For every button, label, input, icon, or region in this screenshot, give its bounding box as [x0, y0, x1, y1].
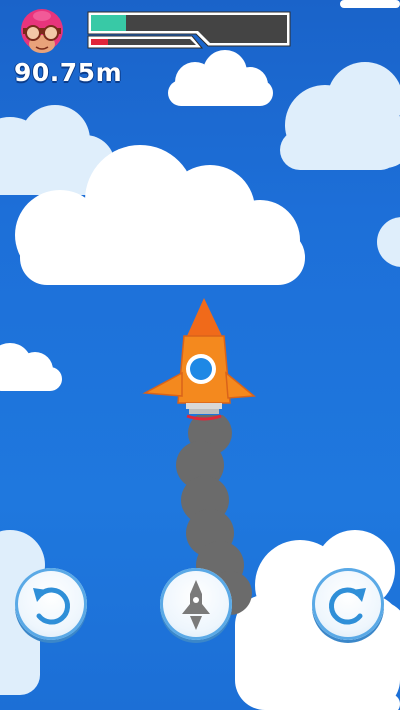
cloud	[377, 217, 400, 267]
status-bars	[87, 11, 291, 49]
player-rocket	[142, 298, 256, 421]
rotate-left-icon	[33, 587, 71, 625]
rocket-icon	[182, 580, 210, 630]
rotate-right-button[interactable]	[312, 568, 384, 640]
rotate-right-icon	[328, 587, 366, 625]
rotate-left-button[interactable]	[15, 568, 87, 640]
cloud	[340, 0, 400, 8]
cloud	[290, 694, 400, 710]
cloud	[168, 50, 273, 106]
pilot-goggles-avatar-icon	[21, 9, 63, 53]
distance-readout: 90.75m	[14, 58, 123, 87]
fuel-bar-fill	[91, 15, 126, 31]
game-canvas: 90.75m	[0, 0, 400, 710]
cloud	[280, 62, 400, 170]
health-bar-fill	[91, 39, 108, 45]
cloud	[0, 343, 62, 391]
boost-button[interactable]	[160, 568, 232, 640]
